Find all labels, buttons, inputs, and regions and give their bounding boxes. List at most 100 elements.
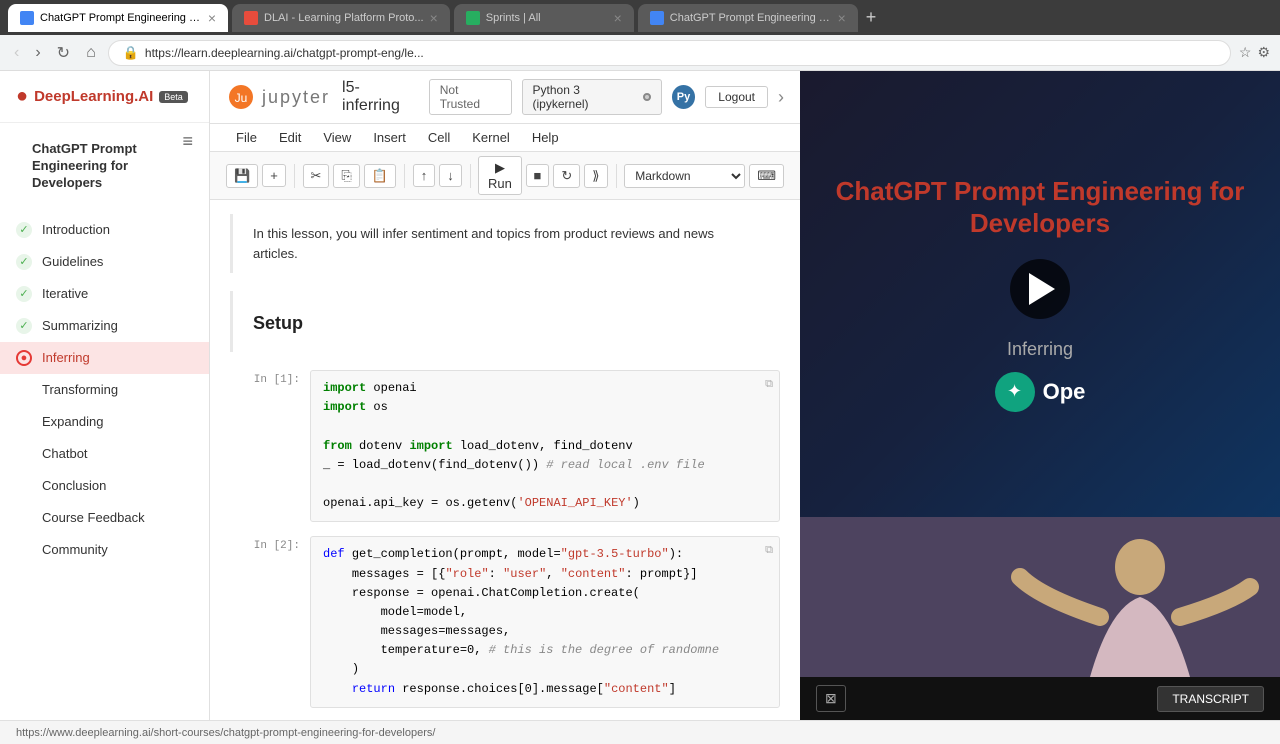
kernel-selector[interactable]: Python 3 (ipykernel) <box>522 79 662 115</box>
sidebar-item-inferring[interactable]: ● Inferring <box>0 342 209 374</box>
tab-favicon-3 <box>466 11 480 25</box>
copy-cell-button[interactable]: ⎘ <box>333 164 359 188</box>
menu-insert[interactable]: Insert <box>363 126 416 149</box>
code-comment-temp: # this is the degree of randomne <box>489 643 719 657</box>
cell-prompt-1: In [1]: <box>230 370 310 522</box>
copy-icon-2[interactable]: ⧉ <box>765 543 773 561</box>
copy-icon-1[interactable]: ⧉ <box>765 377 773 395</box>
code-mod-dotenv: dotenv <box>359 439 402 453</box>
sidebar-item-expanding[interactable]: Expanding <box>0 406 209 438</box>
code-area-2[interactable]: def get_completion(prompt, model="gpt-3.… <box>310 536 780 708</box>
menu-file[interactable]: File <box>226 126 267 149</box>
menu-cell[interactable]: Cell <box>418 126 460 149</box>
code-cell-2-container: In [2]: def get_completion(prompt, model… <box>210 532 800 718</box>
tab-close-2[interactable]: × <box>430 10 438 26</box>
code-str-role: "role" <box>445 567 488 581</box>
cell-body-1[interactable]: import openai import os from dotenv impo… <box>310 370 780 522</box>
caption-toggle-button[interactable]: ⊠ <box>816 685 846 712</box>
notebook-name: l5-inferring <box>342 79 417 115</box>
sidebar-item-guidelines[interactable]: ✓ Guidelines <box>0 246 209 278</box>
browser-chrome: ChatGPT Prompt Engineering fo... × DLAI … <box>0 0 1280 35</box>
restart-button[interactable]: ↻ <box>553 164 580 188</box>
cut-cell-button[interactable]: ✂ <box>303 164 330 188</box>
video-subtitle: Inferring <box>1007 339 1073 360</box>
cell-type-selector[interactable]: Markdown Code Raw NBConvert <box>624 164 745 188</box>
menu-kernel[interactable]: Kernel <box>462 126 520 149</box>
move-up-button[interactable]: ↑ <box>413 164 436 187</box>
sidebar-item-community[interactable]: Community <box>0 534 209 566</box>
restart-run-button[interactable]: ⟫ <box>584 164 607 188</box>
reload-button[interactable]: ↻ <box>53 41 74 65</box>
video-thumbnail[interactable] <box>800 517 1280 677</box>
tab-close-3[interactable]: × <box>614 10 622 26</box>
openai-text: Ope <box>1043 379 1086 405</box>
video-controls: ⊠ TRANSCRIPT <box>800 677 1280 720</box>
move-down-button[interactable]: ↓ <box>439 164 462 187</box>
stop-button[interactable]: ■ <box>526 164 550 187</box>
tab-close-4[interactable]: × <box>838 10 846 26</box>
cell-body-2[interactable]: def get_completion(prompt, model="gpt-3.… <box>310 536 780 708</box>
panel-toggle[interactable]: › <box>778 87 784 108</box>
tab-3[interactable]: Sprints | All × <box>454 4 634 32</box>
sidebar-item-chatbot[interactable]: Chatbot <box>0 438 209 470</box>
sidebar-item-iterative[interactable]: ✓ Iterative <box>0 278 209 310</box>
sidebar-item-conclusion[interactable]: Conclusion <box>0 470 209 502</box>
jupyter-menubar: File Edit View Insert Cell Kernel Help <box>210 124 800 152</box>
check-icon-community <box>16 542 32 558</box>
markdown-cell-setup: Setup <box>230 291 780 352</box>
tab-2[interactable]: DLAI - Learning Platform Proto... × <box>232 4 450 32</box>
tab-1[interactable]: ChatGPT Prompt Engineering fo... × <box>8 4 228 32</box>
code-return-val: response.choices[0].message[ <box>402 682 604 696</box>
code-import-names: load_dotenv, find_dotenv <box>460 439 633 453</box>
code-area-1[interactable]: import openai import os from dotenv impo… <box>310 370 780 522</box>
home-button[interactable]: ⌂ <box>82 42 100 64</box>
logo-text: DeepLearning.AI <box>34 88 153 105</box>
sidebar-item-label-expanding: Expanding <box>42 414 103 429</box>
code-osgetenv: os.getenv( <box>445 496 517 510</box>
code-str-model: "gpt-3.5-turbo" <box>561 547 669 561</box>
code-messages-var: messages = [{ <box>352 567 446 581</box>
forward-button[interactable]: › <box>31 42 44 64</box>
sidebar-item-course-feedback[interactable]: Course Feedback <box>0 502 209 534</box>
tab-label-1: ChatGPT Prompt Engineering fo... <box>40 12 202 24</box>
thumbnail-content <box>800 517 1280 677</box>
play-button[interactable] <box>1010 259 1070 319</box>
sidebar-item-summarizing[interactable]: ✓ Summarizing <box>0 310 209 342</box>
tab-4[interactable]: ChatGPT Prompt Engineering fo... × <box>638 4 858 32</box>
notebook-content: In this lesson, you will infer sentiment… <box>210 200 800 720</box>
run-button[interactable]: ▶ Run <box>478 156 521 195</box>
add-cell-button[interactable]: + <box>262 164 286 187</box>
tab-favicon-1 <box>20 11 34 25</box>
code-str-content2: "content" <box>604 682 669 696</box>
transcript-button[interactable]: TRANSCRIPT <box>1157 686 1264 712</box>
keyboard-shortcuts-button[interactable]: ⌨ <box>749 164 784 188</box>
toolbar-separator-4 <box>616 164 617 188</box>
cell-prompt-2: In [2]: <box>230 536 310 708</box>
code-underscore: _ <box>323 458 330 472</box>
setup-heading-cell: Setup <box>210 287 800 366</box>
tab-close-1[interactable]: × <box>208 10 216 26</box>
not-trusted-button[interactable]: Not Trusted <box>429 79 512 115</box>
back-button[interactable]: ‹ <box>10 42 23 64</box>
sidebar-item-label-community: Community <box>42 542 108 557</box>
menu-view[interactable]: View <box>313 126 361 149</box>
code-colon2: : <box>489 567 503 581</box>
new-tab-button[interactable]: + <box>866 7 877 28</box>
check-icon-chatbot <box>16 446 32 462</box>
code-cell-1: In [1]: import openai import os from dot… <box>230 370 780 522</box>
paste-cell-button[interactable]: 📋 <box>364 164 396 188</box>
sidebar-item-label-inferring: Inferring <box>42 350 90 365</box>
address-text: https://learn.deeplearning.ai/chatgpt-pr… <box>145 46 424 60</box>
logout-button[interactable]: Logout <box>705 86 768 108</box>
sidebar-item-transforming[interactable]: Transforming <box>0 374 209 406</box>
code-paren-close: ) <box>633 496 640 510</box>
jupyter-logo-text: jupyter <box>262 87 330 108</box>
menu-help[interactable]: Help <box>522 126 569 149</box>
menu-edit[interactable]: Edit <box>269 126 311 149</box>
bookmark-icon[interactable]: ☆ <box>1239 44 1252 61</box>
address-bar[interactable]: 🔒 https://learn.deeplearning.ai/chatgpt-… <box>108 40 1231 66</box>
save-button[interactable]: 💾 <box>226 164 258 188</box>
sidebar-menu-icon[interactable]: ≡ <box>182 131 193 152</box>
extensions-icon[interactable]: ⚙ <box>1257 44 1270 61</box>
sidebar-item-introduction[interactable]: ✓ Introduction <box>0 214 209 246</box>
